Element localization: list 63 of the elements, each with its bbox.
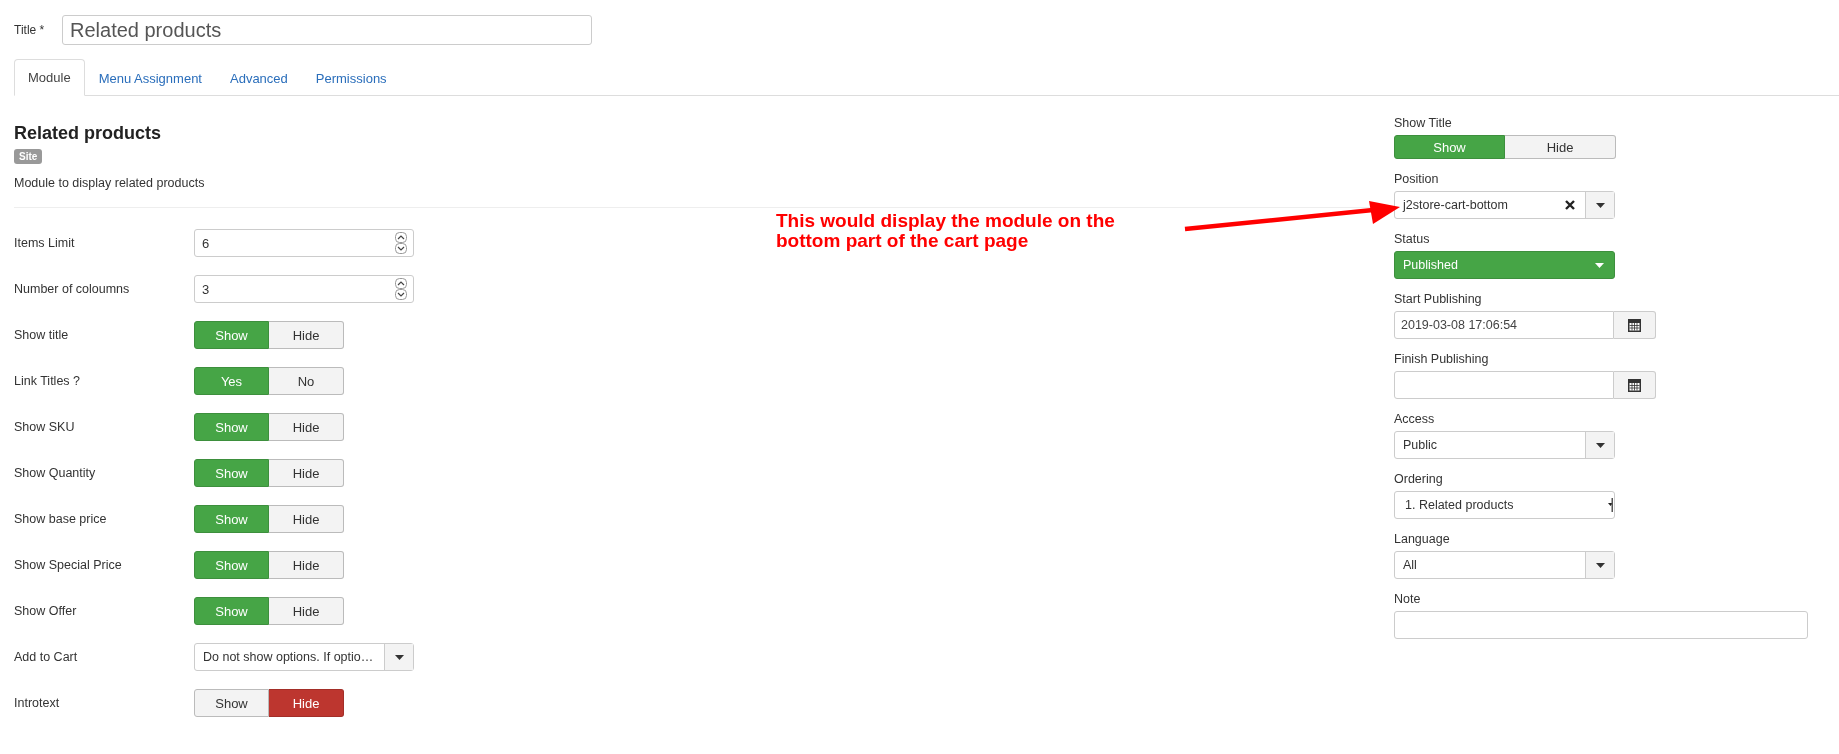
tab[interactable]: Module [14, 59, 85, 96]
option-label: Show Special Price [14, 558, 123, 572]
tab[interactable]: Permissions [301, 60, 401, 96]
calendar-button[interactable] [1614, 311, 1656, 339]
caret-icon [394, 654, 404, 660]
annotation-text: This would display the module on the bottom part of the cart page [776, 211, 1115, 251]
tab[interactable]: Advanced [216, 60, 302, 96]
site-badge: Site [14, 149, 43, 164]
calendar-icon [1628, 378, 1641, 392]
field-label: Note [1394, 592, 1422, 606]
toggle-option[interactable]: Hide [269, 597, 344, 625]
spinner-icon[interactable] [395, 232, 407, 254]
module-heading: Related products [14, 123, 163, 144]
caret-icon [1608, 498, 1613, 512]
field-label: Finish Publishing [1394, 352, 1490, 366]
field-label: Status [1394, 232, 1431, 246]
toggle-option[interactable]: Hide [269, 689, 344, 717]
position-dropdown[interactable]: j2store-cart-bottom [1394, 191, 1615, 219]
field-label: Ordering [1394, 472, 1444, 486]
field-label: Start Publishing [1394, 292, 1483, 306]
dropdown[interactable]: All [1394, 551, 1615, 579]
calendar-icon [1628, 318, 1641, 332]
option-label: Show SKU [14, 420, 76, 434]
caret-icon [1595, 202, 1605, 208]
option-label: Add to Cart [14, 650, 79, 664]
toggle-option[interactable]: Show [194, 689, 269, 717]
toggle-option[interactable]: Hide [269, 321, 344, 349]
field-label: Show Title [1394, 116, 1453, 130]
module-description: Module to display related products [14, 176, 206, 190]
number-field[interactable]: 6 [194, 229, 414, 257]
option-label: Introtext [14, 696, 61, 710]
title-label: Title * [14, 23, 46, 37]
ordering-dropdown[interactable]: 1. Related products [1394, 491, 1615, 519]
toggle-option[interactable]: No [269, 367, 344, 395]
caret-icon [1595, 262, 1604, 268]
title-input[interactable]: Related products [62, 15, 592, 45]
toggle-option[interactable]: Hide [1505, 135, 1616, 159]
field-label: Access [1394, 412, 1436, 426]
number-field[interactable]: 3 [194, 275, 414, 303]
option-label: Show title [14, 328, 70, 342]
date-field[interactable]: 2019-03-08 17:06:54 [1394, 311, 1614, 339]
note-field[interactable] [1394, 611, 1808, 639]
option-label: Show Offer [14, 604, 78, 618]
option-label: Show Quantity [14, 466, 97, 480]
field-label: Position [1394, 172, 1440, 186]
tab[interactable]: Menu Assignment [84, 60, 216, 96]
caret-icon [1595, 562, 1605, 568]
toggle-option[interactable]: Hide [269, 551, 344, 579]
caret-icon [1595, 442, 1605, 448]
date-field[interactable] [1394, 371, 1614, 399]
option-label: Link Titles ? [14, 374, 81, 388]
spinner-icon[interactable] [395, 278, 407, 300]
calendar-button[interactable] [1614, 371, 1656, 399]
toggle-option[interactable]: Hide [269, 413, 344, 441]
option-label: Show base price [14, 512, 108, 526]
dropdown[interactable]: Public [1394, 431, 1615, 459]
toggle-option[interactable]: Hide [269, 505, 344, 533]
option-label: Items Limit [14, 236, 76, 250]
toggle-option[interactable]: Hide [269, 459, 344, 487]
dropdown[interactable]: Do not show options. If optio… [194, 643, 414, 671]
field-label: Language [1394, 532, 1451, 546]
option-label: Number of coloumns [14, 282, 131, 296]
clear-icon[interactable] [1565, 200, 1575, 210]
